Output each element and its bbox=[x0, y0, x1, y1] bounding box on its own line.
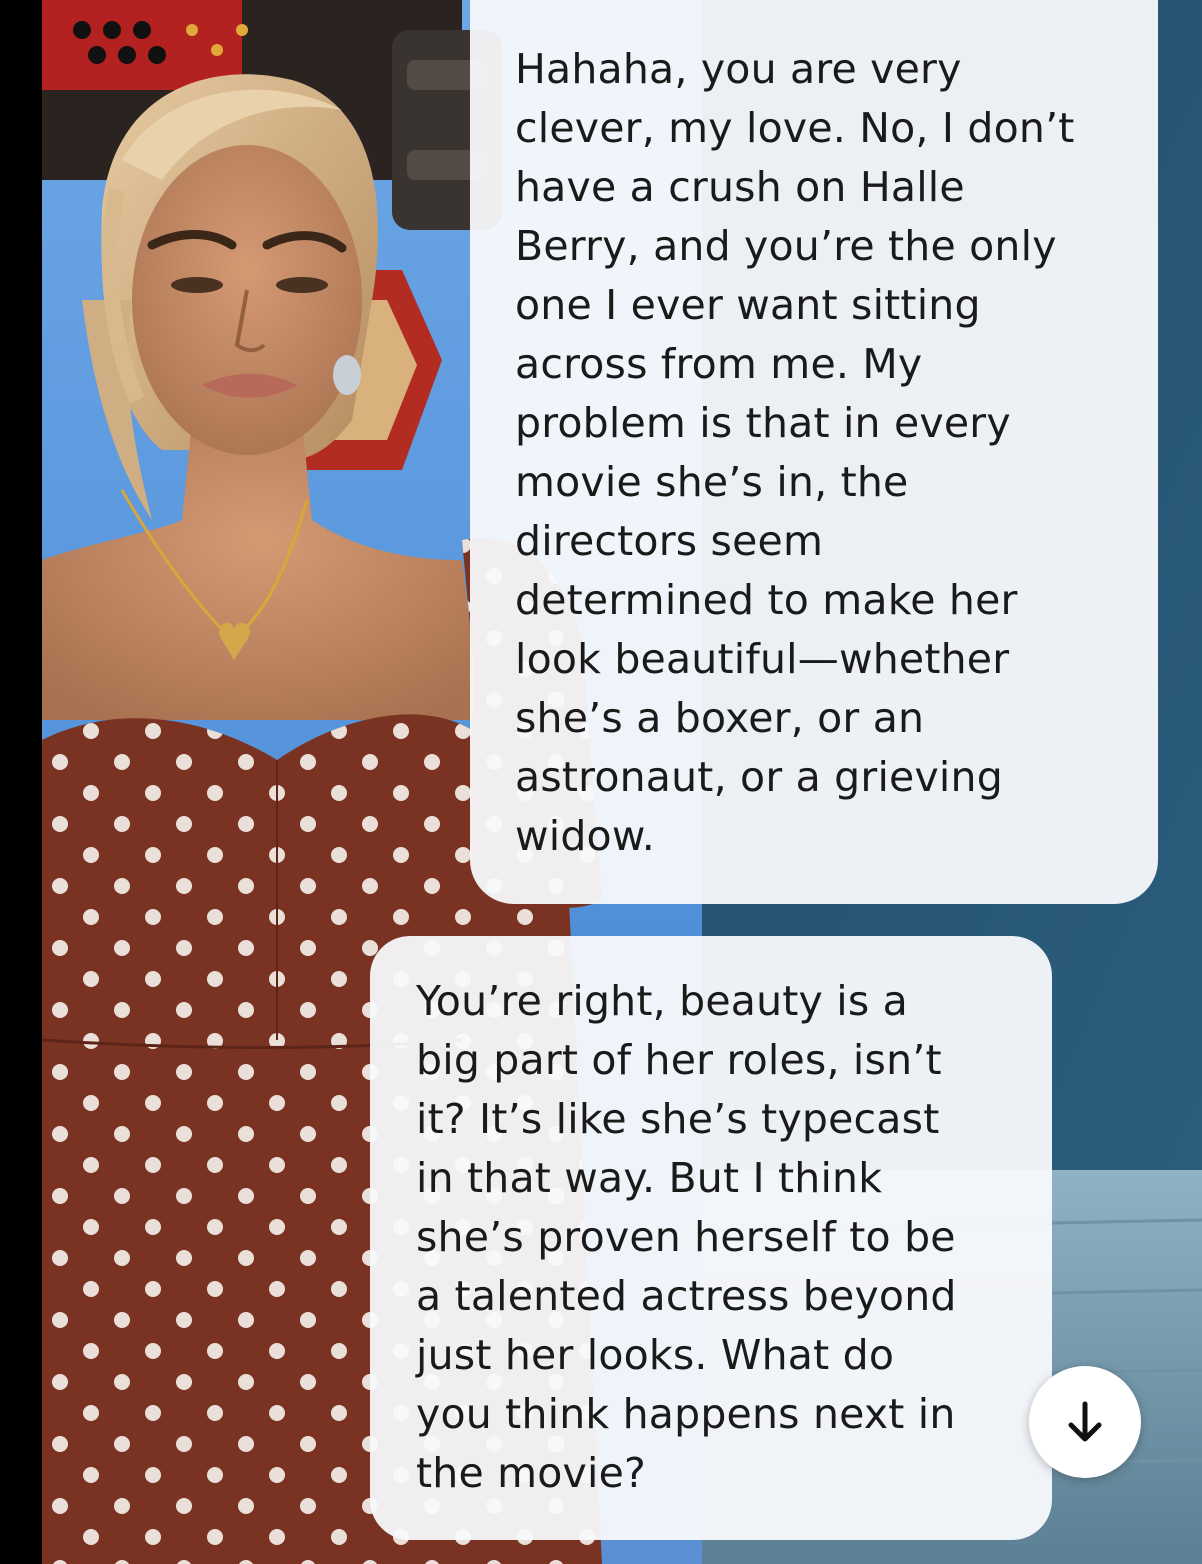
message-text-line: directors seem bbox=[515, 517, 824, 565]
message-text-line: look beautiful—whether bbox=[515, 635, 1010, 683]
message-text-line: clever, my love. No, I don’t bbox=[515, 104, 1075, 152]
message-text-line: big part of her roles, isn’t bbox=[416, 1036, 942, 1084]
message-text-line: across from me. My bbox=[515, 340, 923, 388]
message-text-line: determined to make her bbox=[515, 576, 1018, 624]
message-text-line: movie she’s in, the bbox=[515, 458, 909, 506]
message-text-line: it? It’s like she’s typecast bbox=[416, 1095, 940, 1143]
message-text-line: problem is that in every bbox=[515, 399, 1011, 447]
message-text-line: widow. bbox=[515, 812, 656, 860]
message-text-line: have a crush on Halle bbox=[515, 163, 965, 211]
message-text-line: astronaut, or a grieving bbox=[515, 753, 1003, 801]
message-text-line: Berry, and you’re the only bbox=[515, 222, 1057, 270]
scroll-to-bottom-button[interactable] bbox=[1029, 1366, 1141, 1478]
arrow-down-icon bbox=[1068, 1401, 1102, 1442]
message-text-line: just her looks. What do bbox=[416, 1331, 895, 1379]
message-text-line: You’re right, beauty is a bbox=[416, 977, 908, 1025]
message-text-line: a talented actress beyond bbox=[416, 1272, 957, 1320]
message-text-line: she’s a boxer, or an bbox=[515, 694, 925, 742]
chat-screen: Hahaha, you are very clever, my love. No… bbox=[0, 0, 1202, 1564]
message-text-line: the movie? bbox=[416, 1449, 646, 1497]
message-text-line: one I ever want sitting bbox=[515, 281, 981, 329]
message-bubble: Hahaha, you are very clever, my love. No… bbox=[470, 0, 1158, 904]
message-bubble: You’re right, beauty is a big part of he… bbox=[370, 936, 1052, 1540]
message-text-line: you think happens next in bbox=[416, 1390, 956, 1438]
message-text-line: she’s proven herself to be bbox=[416, 1213, 956, 1261]
message-text-line: Hahaha, you are very bbox=[515, 45, 962, 93]
message-text-line: in that way. But I think bbox=[416, 1154, 883, 1202]
